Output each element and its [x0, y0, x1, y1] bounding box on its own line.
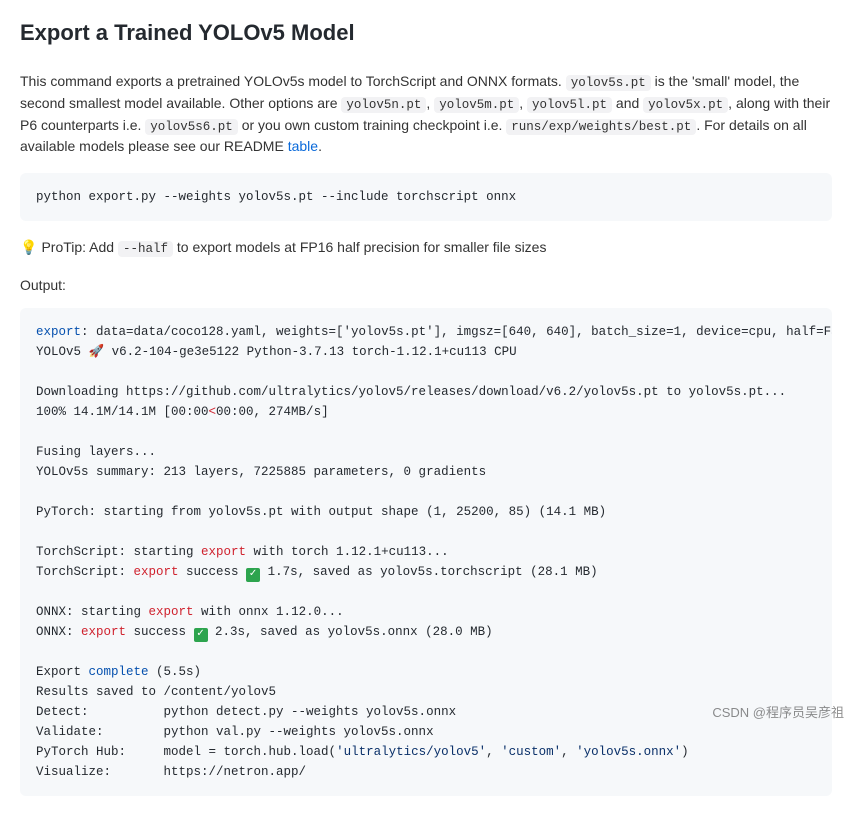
text: ONNX:: [36, 625, 81, 639]
inline-code: yolov5s.pt: [566, 75, 651, 91]
kw: export: [81, 625, 126, 639]
protip: 💡ProTip: Add --half to export models at …: [20, 237, 832, 259]
text: YOLOv5s summary: 213 layers, 7225885 par…: [36, 465, 486, 479]
inline-code: yolov5m.pt: [434, 97, 519, 113]
kw: export: [201, 545, 246, 559]
str: 'ultralytics/yolov5': [336, 745, 486, 759]
watermark: CSDN @程序员吴彦祖: [712, 703, 844, 723]
command-block: python export.py --weights yolov5s.pt --…: [20, 173, 832, 221]
intro-paragraph: This command exports a pretrained YOLOv5…: [20, 71, 832, 157]
inline-code: yolov5l.pt: [527, 97, 612, 113]
text: TorchScript: starting: [36, 545, 201, 559]
text: ,: [519, 95, 527, 111]
text: (5.5s): [149, 665, 202, 679]
inline-code: yolov5x.pt: [643, 97, 728, 113]
inline-code: --half: [118, 241, 173, 257]
kw: export: [36, 325, 81, 339]
text: 100% 14.1M/14.1M [00:00: [36, 405, 209, 419]
text: with torch 1.12.1+cu113...: [246, 545, 449, 559]
kw: complete: [89, 665, 149, 679]
text: Results saved to /content/yolov5: [36, 685, 276, 699]
text: YOLOv5 🚀 v6.2-104-ge3e5122 Python-3.7.13…: [36, 345, 517, 359]
text: This command exports a pretrained YOLOv5…: [20, 73, 566, 89]
text: Detect: python detect.py --weights yolov…: [36, 705, 456, 719]
text: ProTip: Add: [41, 239, 118, 255]
text: TorchScript:: [36, 565, 134, 579]
text: 2.3s, saved as yolov5s.onnx (28.0 MB): [208, 625, 493, 639]
check-icon: ✓: [194, 628, 208, 642]
kw: export: [134, 565, 179, 579]
op: <: [209, 405, 217, 419]
text: success: [126, 625, 194, 639]
inline-code: yolov5s6.pt: [145, 119, 238, 135]
text: PyTorch Hub: model = torch.hub.load(: [36, 745, 336, 759]
readme-table-link[interactable]: table: [288, 138, 318, 154]
check-icon: ✓: [246, 568, 260, 582]
text: Export: [36, 665, 89, 679]
text: Visualize: https://netron.app/: [36, 765, 306, 779]
text: or you own custom training checkpoint i.…: [238, 117, 506, 133]
text: : data=data/coco128.yaml, weights=['yolo…: [81, 325, 832, 339]
text: 00:00, 274MB/s]: [216, 405, 329, 419]
text: ,: [561, 745, 576, 759]
inline-code: runs/exp/weights/best.pt: [506, 119, 696, 135]
text: to export models at FP16 half precision …: [173, 239, 547, 255]
text: .: [318, 138, 322, 154]
str: 'yolov5s.onnx': [576, 745, 681, 759]
inline-code: yolov5n.pt: [341, 97, 426, 113]
text: 1.7s, saved as yolov5s.torchscript (28.1…: [260, 565, 598, 579]
text: Validate: python val.py --weights yolov5…: [36, 725, 434, 739]
text: PyTorch: starting from yolov5s.pt with o…: [36, 505, 606, 519]
text: ,: [486, 745, 501, 759]
text: ): [681, 745, 689, 759]
str: 'custom': [501, 745, 561, 759]
text: with onnx 1.12.0...: [194, 605, 344, 619]
text: ONNX: starting: [36, 605, 149, 619]
text: Fusing layers...: [36, 445, 156, 459]
page-title: Export a Trained YOLOv5 Model: [20, 16, 832, 55]
output-label: Output:: [20, 275, 832, 296]
text: and: [612, 95, 643, 111]
text: success: [179, 565, 247, 579]
output-block: export: data=data/coco128.yaml, weights=…: [20, 308, 832, 796]
text: Downloading https://github.com/ultralyti…: [36, 385, 786, 399]
bulb-icon: 💡: [20, 239, 37, 255]
kw: export: [149, 605, 194, 619]
